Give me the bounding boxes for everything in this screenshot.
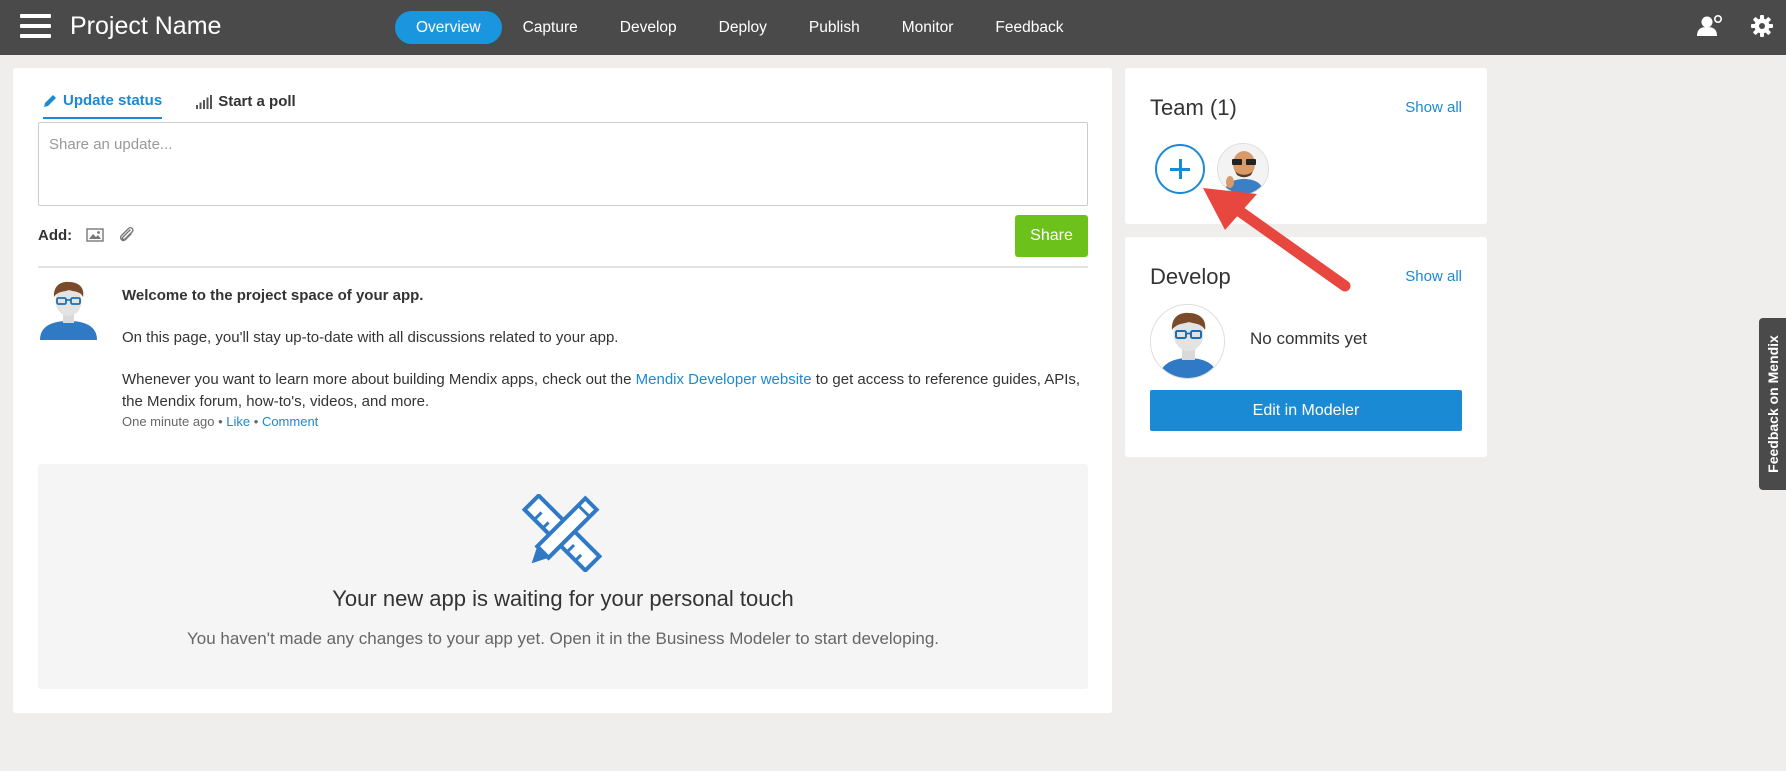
main-nav: Overview Capture Develop Deploy Publish …	[395, 11, 1085, 44]
post-line-1: On this page, you'll stay up-to-date wit…	[122, 329, 619, 346]
like-link[interactable]: Like	[226, 414, 250, 429]
image-icon[interactable]	[86, 228, 104, 242]
post-lead: Welcome to the project space of your app…	[122, 287, 424, 304]
attachment-row: Add:	[38, 226, 136, 244]
pencil-icon	[44, 94, 56, 107]
feedback-side-tab-label: Feedback on Mendix	[1764, 335, 1781, 473]
team-title: Team (1)	[1150, 95, 1237, 120]
tab-develop[interactable]: Develop	[599, 11, 698, 44]
user-settings-icon[interactable]	[1697, 14, 1723, 43]
tab-overview[interactable]: Overview	[395, 11, 502, 44]
activity-feed-card: Update status Start a poll Add:	[13, 68, 1112, 713]
tab-update-status-label: Update status	[63, 92, 163, 109]
no-commits-text: No commits yet	[1250, 329, 1368, 348]
empty-state-subtitle: You haven't made any changes to your app…	[186, 629, 940, 648]
pencil-ruler-icon	[521, 492, 603, 577]
tab-deploy[interactable]: Deploy	[698, 11, 788, 44]
comment-link[interactable]: Comment	[262, 414, 318, 429]
meta-separator: •	[250, 414, 262, 429]
post-time: One minute ago	[122, 414, 215, 429]
tab-start-poll[interactable]: Start a poll	[196, 92, 296, 119]
tab-start-poll-label: Start a poll	[218, 93, 296, 110]
top-bar: Project Name Overview Capture Develop De…	[0, 0, 1786, 55]
meta-separator: •	[214, 414, 227, 429]
project-title[interactable]: Project Name	[70, 12, 221, 41]
post-line-2: Whenever you want to learn more about bu…	[122, 369, 1082, 413]
composer-tabs: Update status Start a poll	[43, 92, 296, 119]
empty-state-panel: Your new app is waiting for your persona…	[38, 464, 1088, 689]
menu-icon[interactable]	[20, 14, 51, 39]
tab-publish[interactable]: Publish	[788, 11, 881, 44]
paperclip-icon[interactable]	[118, 226, 136, 244]
team-show-all-link[interactable]: Show all	[1405, 99, 1462, 116]
tab-feedback[interactable]: Feedback	[974, 11, 1084, 44]
mendix-developer-link[interactable]: Mendix Developer website	[636, 371, 812, 388]
gear-icon[interactable]	[1750, 14, 1774, 43]
annotation-arrow	[1195, 186, 1355, 301]
post-line-2-text: Whenever you want to learn more about bu…	[122, 371, 636, 388]
tab-update-status[interactable]: Update status	[43, 92, 163, 119]
update-status-input[interactable]	[38, 122, 1088, 206]
edit-in-modeler-button[interactable]: Edit in Modeler	[1150, 390, 1462, 431]
post-author-avatar	[38, 279, 99, 340]
divider	[38, 266, 1088, 268]
signal-bars-icon	[196, 94, 213, 109]
feedback-side-tab[interactable]: Feedback on Mendix	[1759, 318, 1786, 490]
tab-capture[interactable]: Capture	[502, 11, 599, 44]
add-label: Add:	[38, 226, 73, 244]
share-button[interactable]: Share	[1015, 215, 1088, 257]
develop-show-all-link[interactable]: Show all	[1405, 268, 1462, 285]
developer-avatar	[1150, 304, 1225, 379]
post-meta: One minute ago • Like • Comment	[122, 413, 1082, 431]
tab-monitor[interactable]: Monitor	[881, 11, 975, 44]
empty-state-title: Your new app is waiting for your persona…	[332, 586, 794, 611]
post-body: Welcome to the project space of your app…	[122, 279, 1082, 431]
